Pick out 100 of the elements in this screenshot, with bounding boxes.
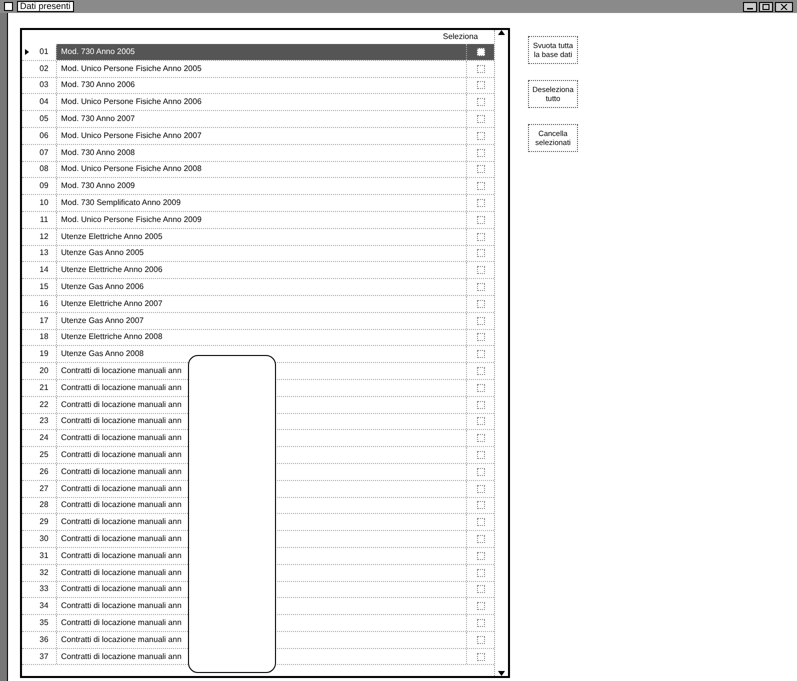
- row-number: 35: [38, 616, 50, 629]
- checkbox[interactable]: [476, 165, 484, 174]
- table-cell[interactable]: Mod. 730 Semplificato Anno 2009: [56, 195, 466, 211]
- checkbox[interactable]: [476, 585, 484, 594]
- table-cell[interactable]: Utenze Gas Anno 2007: [56, 312, 466, 329]
- row-number: 12: [38, 230, 50, 243]
- table-cell[interactable]: Utenze Elettriche Anno 2006: [56, 262, 466, 278]
- checkbox[interactable]: [476, 350, 484, 358]
- row-number: 07: [38, 146, 50, 159]
- scrollbar[interactable]: [494, 30, 508, 676]
- row-number: 01: [38, 46, 50, 58]
- table-cell[interactable]: Utenze Elettriche Anno 2007: [56, 296, 466, 312]
- checkbox[interactable]: [476, 434, 484, 442]
- row-number: 27: [38, 482, 50, 495]
- table-cell[interactable]: Mod. Unico Persone Fisiche Anno 2009: [56, 212, 466, 228]
- table-cell[interactable]: Mod. 730 Anno 2008: [56, 144, 466, 161]
- checkbox[interactable]: [476, 568, 484, 577]
- checkbox[interactable]: [476, 535, 484, 543]
- row-number: 28: [38, 499, 50, 512]
- row-number: 13: [38, 247, 50, 260]
- table-cell[interactable]: Mod. Unico Persone Fisiche Anno 2007: [56, 128, 466, 144]
- row-number: 24: [38, 432, 50, 444]
- table-cell[interactable]: Mod. Unico Persone Fisiche Anno 2006: [56, 94, 466, 110]
- row-number: 03: [38, 79, 50, 92]
- row-number: 36: [38, 634, 50, 646]
- row-number: 09: [38, 180, 50, 192]
- checkbox[interactable]: [476, 316, 484, 325]
- row-number: 08: [38, 163, 50, 176]
- row-number: 32: [38, 566, 50, 579]
- checkbox[interactable]: [476, 249, 484, 258]
- row-number: 18: [38, 331, 50, 344]
- checkbox[interactable]: [476, 400, 484, 409]
- table-cell[interactable]: Mod. 730 Anno 2009: [56, 178, 466, 194]
- row-number: 34: [38, 600, 50, 612]
- table-cell[interactable]: Utenze Elettriche Anno 2005: [56, 228, 466, 245]
- checkbox[interactable]: [476, 283, 484, 292]
- checkbox[interactable]: [476, 618, 484, 627]
- checkbox[interactable]: [476, 384, 484, 392]
- window-title: Dati presenti: [17, 1, 74, 12]
- row-number: 30: [38, 533, 50, 545]
- checkbox[interactable]: [476, 451, 484, 460]
- scroll-up-icon[interactable]: [498, 30, 505, 35]
- checkbox[interactable]: [476, 132, 484, 140]
- checkbox[interactable]: [476, 552, 484, 560]
- checkbox[interactable]: [476, 367, 484, 376]
- table-cell[interactable]: Mod. Unico Persone Fisiche Anno 2008: [56, 162, 466, 178]
- table-cell[interactable]: Mod. 730 Anno 2005: [56, 44, 466, 60]
- table-cell[interactable]: Mod. 730 Anno 2006: [56, 78, 466, 94]
- checkbox[interactable]: [476, 182, 484, 190]
- checkbox[interactable]: [476, 115, 484, 124]
- scroll-down-icon[interactable]: [498, 671, 505, 676]
- maximize-button[interactable]: [759, 2, 773, 12]
- table-cell[interactable]: Mod. Unico Persone Fisiche Anno 2005: [56, 60, 466, 77]
- row-number: 22: [38, 398, 50, 411]
- row-number: 29: [38, 516, 50, 528]
- checkbox[interactable]: [476, 417, 484, 426]
- row-number: 31: [38, 550, 50, 562]
- checkbox[interactable]: [476, 602, 484, 610]
- row-number: 19: [38, 348, 50, 360]
- row-number: 33: [38, 583, 50, 596]
- row-number: 37: [38, 650, 50, 663]
- close-button[interactable]: [775, 2, 793, 12]
- row-number: 05: [38, 113, 50, 126]
- checkbox[interactable]: [476, 216, 484, 224]
- checkbox[interactable]: [476, 199, 484, 208]
- checkbox[interactable]: [476, 484, 484, 493]
- row-number: 11: [38, 214, 50, 226]
- checkbox[interactable]: [476, 48, 484, 56]
- maximize-icon: [762, 4, 770, 10]
- row-number: 06: [38, 130, 50, 142]
- checkbox[interactable]: [476, 468, 484, 476]
- checkbox[interactable]: [476, 636, 484, 644]
- checkbox[interactable]: [476, 300, 484, 308]
- row-number: 14: [38, 264, 50, 276]
- minimize-button[interactable]: [743, 2, 757, 12]
- row-number: 21: [38, 382, 50, 394]
- table-cell[interactable]: Utenze Gas Anno 2005: [56, 246, 466, 262]
- checkbox[interactable]: [476, 266, 484, 274]
- row-number: 10: [38, 197, 50, 210]
- checkbox[interactable]: [476, 518, 484, 526]
- checkbox[interactable]: [476, 64, 484, 73]
- table-cell[interactable]: Utenze Gas Anno 2006: [56, 279, 466, 295]
- row-number: 15: [38, 281, 50, 294]
- table-cell[interactable]: Mod. 730 Anno 2007: [56, 111, 466, 127]
- checkbox[interactable]: [476, 81, 484, 90]
- table-cell[interactable]: Utenze Elettriche Anno 2008: [56, 330, 466, 346]
- checkbox[interactable]: [476, 98, 484, 106]
- row-number: 23: [38, 415, 50, 428]
- checkbox[interactable]: [476, 148, 484, 157]
- checkbox[interactable]: [476, 501, 484, 510]
- window-icon: [4, 2, 13, 11]
- row-number: 16: [38, 298, 50, 310]
- row-number: 02: [38, 62, 50, 75]
- row-number: 17: [38, 314, 50, 327]
- checkbox[interactable]: [476, 333, 484, 342]
- column-header: Seleziona: [442, 31, 478, 43]
- row-number: 20: [38, 365, 50, 378]
- row-number: 25: [38, 449, 50, 462]
- checkbox[interactable]: [476, 652, 484, 661]
- checkbox[interactable]: [476, 232, 484, 241]
